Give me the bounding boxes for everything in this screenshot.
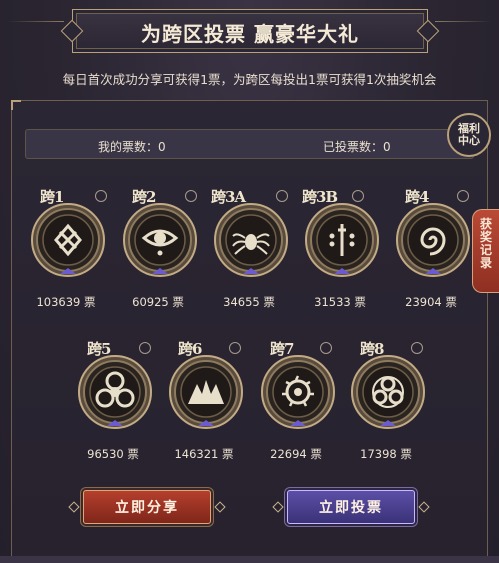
sword-dots-icon	[304, 202, 380, 278]
server-radio[interactable]	[139, 342, 151, 354]
spiral-icon	[395, 202, 471, 278]
diamond-knot-icon	[30, 202, 106, 278]
server-vote-count: 23904 票	[405, 295, 457, 309]
welfare-center-label: 福利中心	[458, 122, 480, 147]
title-decoration-right	[435, 21, 491, 22]
server-option[interactable]: 跨6 146321 票	[164, 338, 244, 461]
bottom-strip	[0, 556, 499, 563]
share-now-button[interactable]: 立即分享	[68, 490, 226, 524]
award-record-char: 录	[479, 256, 492, 270]
server-radio[interactable]	[320, 342, 332, 354]
vote-now-button[interactable]: 立即投票	[272, 490, 430, 524]
vote-now-label: 立即投票	[319, 500, 383, 516]
server-option[interactable]: 跨8 17398 票	[346, 338, 426, 461]
triple-circles-icon	[350, 354, 426, 430]
server-radio[interactable]	[95, 190, 107, 202]
spider-icon	[213, 202, 289, 278]
welfare-center-button[interactable]: 福利中心	[447, 113, 491, 157]
server-option[interactable]: 跨4 23904 票	[391, 186, 471, 309]
server-radio[interactable]	[352, 190, 364, 202]
server-radio[interactable]	[229, 342, 241, 354]
server-vote-count: 17398 票	[360, 447, 412, 461]
server-radio[interactable]	[276, 190, 288, 202]
biohazard-icon	[77, 354, 153, 430]
server-option[interactable]: 跨5 96530 票	[73, 338, 153, 461]
award-record-tab[interactable]: 获 奖 记 录	[472, 209, 499, 293]
server-radio[interactable]	[185, 190, 197, 202]
server-radio[interactable]	[457, 190, 469, 202]
server-option[interactable]: 跨1 103639 票	[26, 186, 107, 309]
vote-stats-bar: 我的票数：0 已投票数：0	[25, 129, 474, 159]
voted-count-text: 已投票数：0	[323, 140, 391, 154]
rules-subtitle: 每日首次成功分享可获得1票，为跨区每投出1票可获得1次抽奖机会	[62, 72, 437, 87]
server-option[interactable]: 跨7 22694 票	[256, 338, 336, 461]
share-now-label: 立即分享	[115, 500, 179, 516]
title-banner: 为跨区投票 赢豪华大礼	[60, 9, 440, 53]
panel-corner	[11, 100, 21, 110]
title-decoration-left	[8, 21, 64, 22]
server-option[interactable]: 跨2 60925 票	[118, 186, 198, 309]
eye-icon	[122, 202, 198, 278]
page-title: 为跨区投票 赢豪华大礼	[141, 22, 359, 46]
mountains-icon	[168, 354, 244, 430]
server-option[interactable]: 跨3A 34655 票	[209, 186, 289, 309]
my-votes-text: 我的票数：0	[98, 140, 166, 154]
server-radio[interactable]	[411, 342, 423, 354]
server-option[interactable]: 跨3B 31533 票	[300, 186, 380, 309]
flaming-eye-icon	[260, 354, 336, 430]
